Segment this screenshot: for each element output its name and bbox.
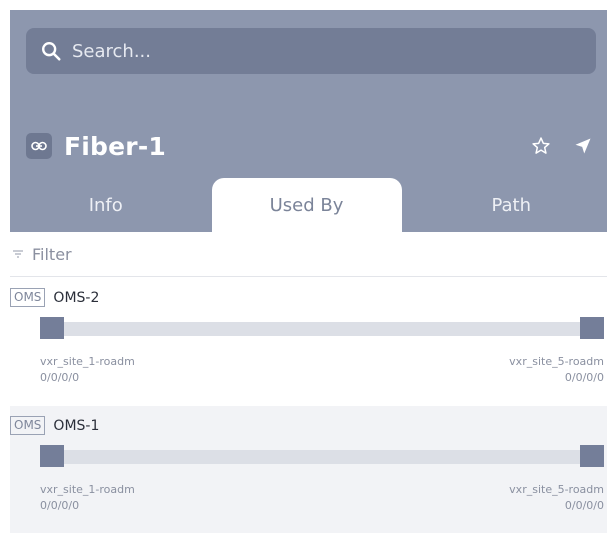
type-tag: OMS — [10, 416, 46, 435]
end-site: vxr_site_5-roadm — [509, 355, 604, 368]
filter-bar[interactable]: Filter — [10, 232, 607, 277]
type-tag: OMS — [10, 288, 46, 307]
end-port: 0/0/0/0 — [564, 499, 604, 512]
item-header: OMS OMS-2 — [10, 288, 99, 307]
start-site: vxr_site_1-roadm — [40, 355, 135, 368]
detail-panel: Fiber-1 Info Used By Path Filter — [10, 10, 607, 533]
title-actions — [531, 136, 597, 156]
tab-info[interactable]: Info — [10, 178, 202, 232]
tab-bar: Info Used By Path — [10, 178, 607, 232]
end-endpoint: vxr_site_5-roadm 0/0/0/0 — [509, 482, 604, 514]
panel-header: Fiber-1 Info Used By Path — [10, 10, 607, 232]
tab-path[interactable]: Path — [416, 178, 607, 232]
search-box[interactable] — [26, 28, 596, 74]
search-input[interactable] — [72, 40, 552, 62]
star-icon[interactable] — [531, 136, 551, 156]
link-icon — [26, 133, 52, 159]
start-node — [40, 317, 64, 339]
item-name: OMS-1 — [53, 417, 100, 434]
search-icon — [42, 42, 61, 61]
list-item[interactable]: OMS OMS-1 vxr_site_1-roadm 0/0/0/0 vxr_s… — [10, 406, 607, 533]
end-site: vxr_site_5-roadm — [509, 483, 604, 496]
list-item[interactable]: OMS OMS-2 vxr_site_1-roadm 0/0/0/0 vxr_s… — [10, 278, 607, 406]
end-port: 0/0/0/0 — [564, 371, 604, 384]
start-port: 0/0/0/0 — [40, 499, 80, 512]
start-site: vxr_site_1-roadm — [40, 483, 135, 496]
page-title: Fiber-1 — [64, 131, 166, 161]
filter-label: Filter — [32, 244, 72, 264]
navigate-icon[interactable] — [573, 136, 593, 156]
title-row: Fiber-1 — [26, 128, 597, 164]
tab-used-by[interactable]: Used By — [211, 178, 402, 232]
end-endpoint: vxr_site_5-roadm 0/0/0/0 — [509, 354, 604, 386]
end-node — [580, 317, 604, 339]
start-node — [40, 445, 64, 467]
item-header: OMS OMS-1 — [10, 416, 99, 435]
item-name: OMS-2 — [53, 289, 100, 306]
filter-icon — [13, 250, 23, 258]
start-port: 0/0/0/0 — [40, 371, 80, 384]
path-bar — [40, 450, 602, 464]
end-node — [580, 445, 604, 467]
path-bar — [40, 322, 602, 336]
start-endpoint: vxr_site_1-roadm 0/0/0/0 — [40, 354, 135, 386]
start-endpoint: vxr_site_1-roadm 0/0/0/0 — [40, 482, 135, 514]
